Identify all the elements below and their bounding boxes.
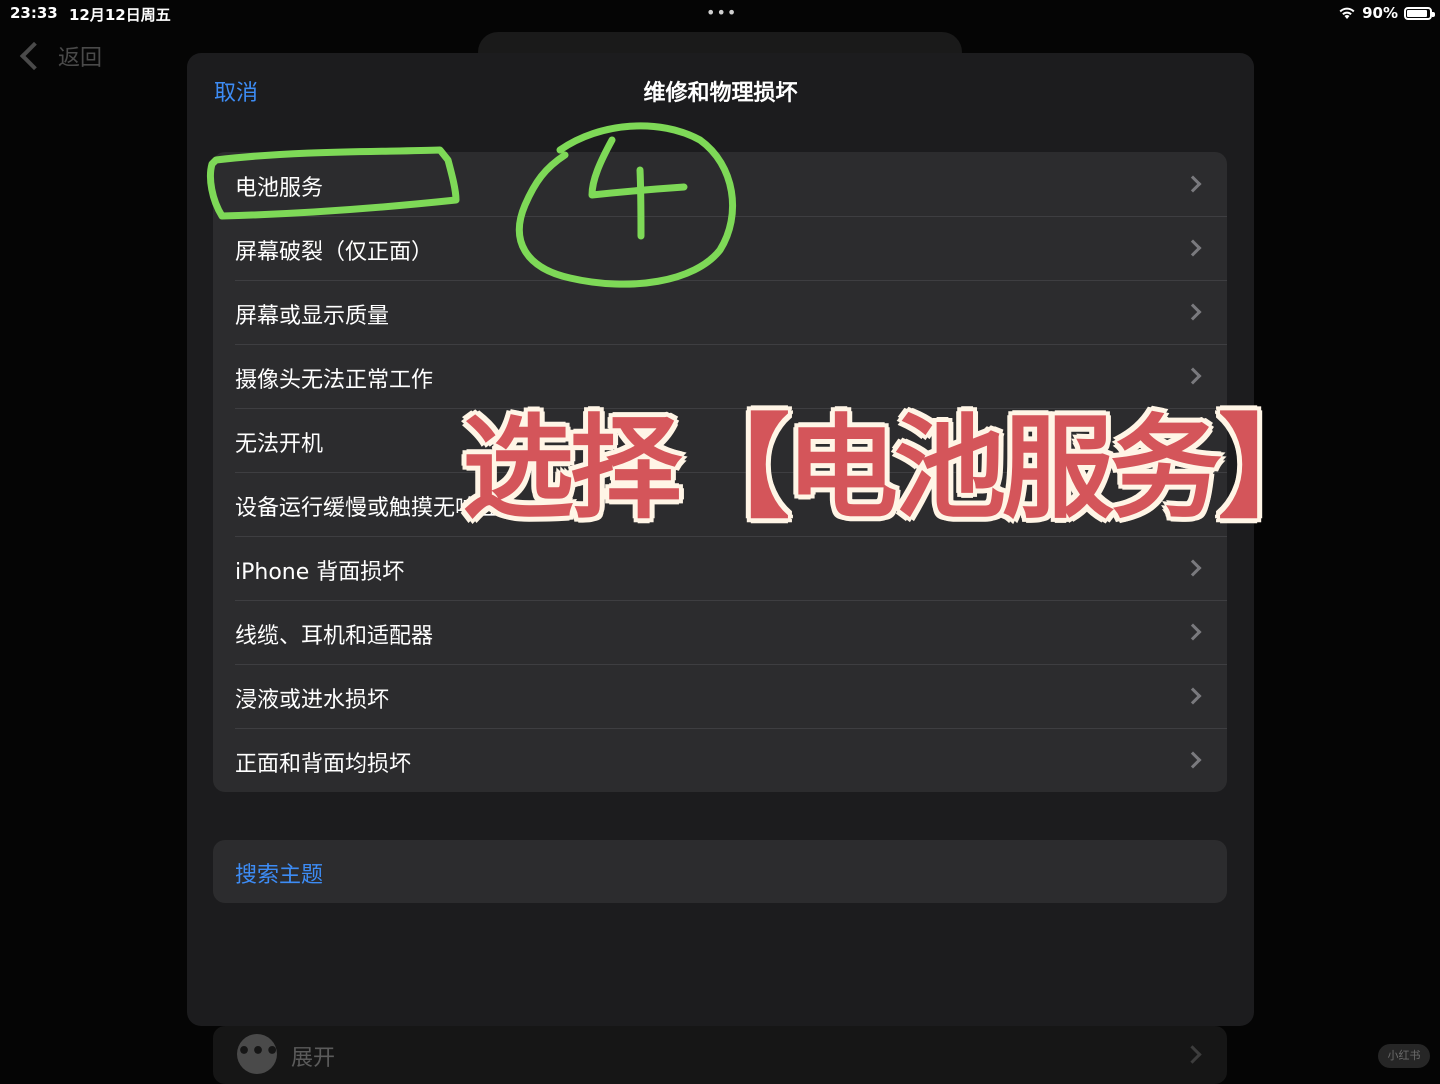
highlight-box-annotation [206, 146, 460, 220]
annotation-layer [206, 122, 736, 288]
step-number-annotation [588, 136, 688, 240]
step-circle-annotation [515, 122, 736, 288]
overlay-caption: 选择【电池服务】 [462, 404, 1330, 534]
